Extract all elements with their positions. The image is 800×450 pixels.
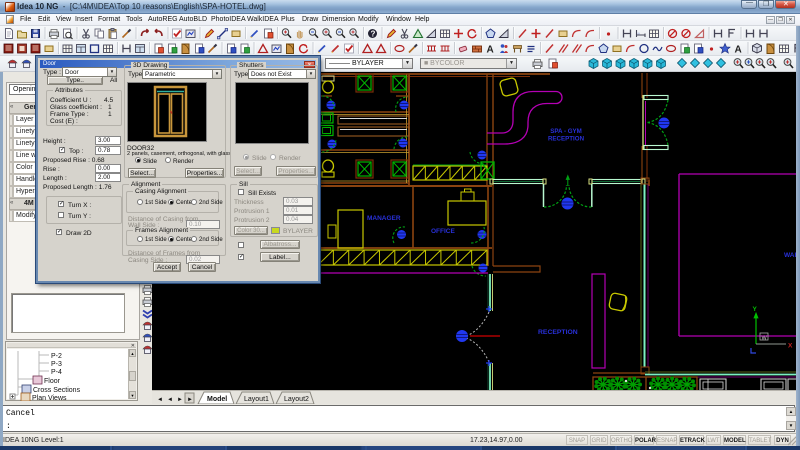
svg-text:A: A [487, 45, 494, 56]
svg-text:SPA - GYM: SPA - GYM [550, 128, 582, 135]
svg-text:?: ? [371, 30, 376, 39]
svg-text:A: A [735, 45, 742, 56]
svg-text:Model: Model [207, 396, 227, 403]
svg-text:◄: ◄ [167, 397, 173, 403]
svg-text:►: ► [177, 397, 183, 403]
svg-text:MANAGER: MANAGER [367, 215, 401, 222]
svg-text:Plan Views: Plan Views [32, 395, 67, 401]
svg-text:►: ► [187, 397, 193, 403]
svg-text:P-4: P-4 [51, 369, 62, 376]
svg-text:P-3: P-3 [51, 361, 62, 368]
svg-text:P-2: P-2 [51, 353, 62, 360]
svg-text:WAIT: WAIT [784, 252, 796, 259]
svg-text:OFFICE: OFFICE [431, 228, 455, 235]
svg-text:Layout1: Layout1 [244, 396, 269, 403]
svg-text:Y: Y [753, 306, 758, 313]
svg-text:Floor: Floor [44, 378, 61, 385]
svg-text:RECEPTION: RECEPTION [548, 136, 585, 143]
svg-text:RECEPTION: RECEPTION [538, 329, 578, 336]
svg-text:Layout2: Layout2 [284, 396, 309, 403]
svg-text:◄: ◄ [157, 397, 163, 403]
svg-text:Cross Sections: Cross Sections [33, 387, 81, 394]
svg-text:W: W [762, 336, 768, 342]
svg-text:X: X [788, 343, 793, 350]
